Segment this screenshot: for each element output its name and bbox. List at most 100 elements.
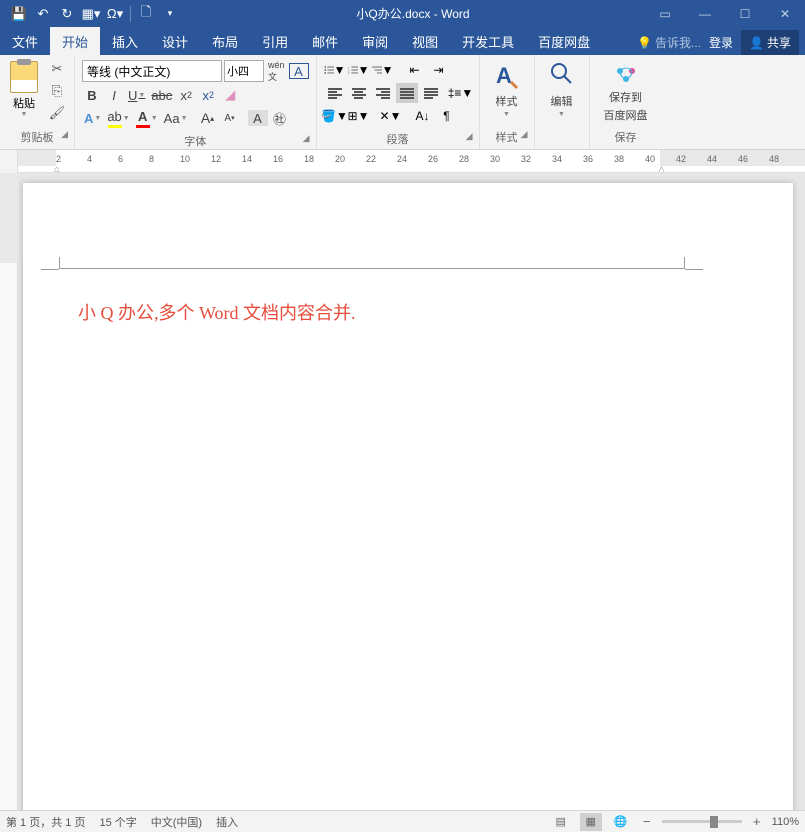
zoom-slider[interactable] [662, 820, 742, 823]
ruler-tick: 2 [56, 154, 61, 164]
group-clipboard: 粘贴 ▼ ✂ ⎘ 🖌 剪贴板◢ [0, 55, 75, 149]
document-text[interactable]: 小 Q 办公,多个 Word 文档内容合并. [78, 299, 738, 325]
ruler-tick: 10 [180, 154, 190, 164]
change-case-button[interactable]: Aa▼ [162, 108, 190, 128]
ruler-tick: 48 [769, 154, 779, 164]
page[interactable]: 小 Q 办公,多个 Word 文档内容合并. 小Q办公 [23, 183, 793, 810]
vertical-ruler[interactable] [0, 173, 18, 810]
tab-baidu[interactable]: 百度网盘 [526, 27, 602, 55]
numbering-button[interactable]: 123▼ [348, 60, 370, 80]
tab-layout[interactable]: 布局 [200, 27, 250, 55]
show-marks-button[interactable]: ¶ [436, 106, 458, 126]
borders-button[interactable]: ⊞▼ [348, 106, 370, 126]
maximize-icon[interactable]: ☐ [725, 0, 765, 27]
character-border-icon[interactable]: A [289, 63, 309, 79]
language[interactable]: 中文(中国) [151, 814, 202, 830]
superscript-button[interactable]: x2 [198, 85, 218, 105]
tab-references[interactable]: 引用 [250, 27, 300, 55]
underline-button[interactable]: U▼ [126, 85, 147, 105]
enclose-char-button[interactable]: ㊓ [270, 108, 290, 128]
ribbon: 粘贴 ▼ ✂ ⎘ 🖌 剪贴板◢ wén文 A B I U▼ abc [0, 55, 805, 150]
clipboard-dialog-icon[interactable]: ◢ [61, 129, 68, 140]
tab-mailings[interactable]: 邮件 [300, 27, 350, 55]
insert-mode[interactable]: 插入 [216, 814, 238, 830]
tab-design[interactable]: 设计 [150, 27, 200, 55]
zoom-thumb[interactable] [710, 816, 718, 828]
zoom-out-button[interactable]: − [640, 814, 654, 829]
shading-button[interactable]: 🪣▼ [324, 106, 346, 126]
ruler-tick: 14 [242, 154, 252, 164]
font-dialog-icon[interactable]: ◢ [303, 133, 310, 144]
window-title: 小Q办公.docx - Word [181, 5, 645, 22]
multilevel-list-button[interactable]: ▼ [372, 60, 394, 80]
styles-button[interactable]: A 样式 ▼ [484, 57, 530, 122]
align-center-button[interactable] [348, 83, 370, 103]
tab-home[interactable]: 开始 [50, 27, 100, 55]
indent-marker-left[interactable]: ⌂ [54, 164, 59, 172]
undo-icon[interactable]: ↶ [32, 3, 54, 25]
format-painter-icon[interactable]: 🖌 [46, 103, 68, 123]
font-size-combo[interactable] [224, 60, 264, 82]
sort-button[interactable]: A↓ [412, 106, 434, 126]
login-button[interactable]: 登录 [709, 34, 733, 51]
ribbon-options-icon[interactable]: ▭ [645, 0, 685, 27]
omega-icon[interactable]: Ω▾ [104, 3, 126, 25]
cut-icon[interactable]: ✂ [46, 59, 68, 79]
phonetic-guide-icon[interactable]: wén文 [266, 61, 287, 81]
ruler-tick: 4 [87, 154, 92, 164]
editing-button[interactable]: 编辑 ▼ [539, 57, 585, 122]
shrink-font-button[interactable]: A▾ [220, 108, 240, 128]
justify-button[interactable] [396, 83, 418, 103]
ruler-tick: 32 [521, 154, 531, 164]
grow-font-button[interactable]: A▴ [198, 108, 218, 128]
tab-review[interactable]: 审阅 [350, 27, 400, 55]
qat-customize-icon[interactable]: ▾ [159, 3, 181, 25]
word-count[interactable]: 15 个字 [99, 814, 136, 830]
decrease-indent-button[interactable]: ⇤ [404, 60, 426, 80]
table-icon[interactable]: ▦▾ [80, 3, 102, 25]
text-effects-button[interactable]: A▼ [82, 108, 103, 128]
paste-button[interactable]: 粘贴 ▼ [4, 57, 44, 122]
tab-developer[interactable]: 开发工具 [450, 27, 526, 55]
close-icon[interactable]: ✕ [765, 0, 805, 27]
svg-text:A: A [496, 63, 512, 88]
align-right-button[interactable] [372, 83, 394, 103]
zoom-in-button[interactable]: + [750, 814, 764, 829]
clear-format-icon[interactable]: ◢ [220, 85, 240, 105]
minimize-icon[interactable]: — [685, 0, 725, 27]
save-icon[interactable]: 💾 [8, 3, 30, 25]
bullets-button[interactable]: ▼ [324, 60, 346, 80]
share-button[interactable]: 👤共享 [741, 30, 799, 55]
redo-icon[interactable]: ↻ [56, 3, 78, 25]
font-color-button[interactable]: A▼ [134, 108, 160, 128]
char-shading-button[interactable]: A [248, 110, 268, 126]
horizontal-ruler[interactable]: ⌂ △ 246810121416182022242628303234363840… [0, 150, 805, 173]
new-doc-icon[interactable]: 🗋 [135, 3, 157, 25]
page-count[interactable]: 第 1 页，共 1 页 [6, 814, 85, 830]
bold-button[interactable]: B [82, 85, 102, 105]
distributed-button[interactable] [420, 83, 442, 103]
document-area[interactable]: 小 Q 办公,多个 Word 文档内容合并. 小Q办公 [18, 173, 805, 810]
paragraph-dialog-icon[interactable]: ◢ [466, 131, 473, 142]
tab-insert[interactable]: 插入 [100, 27, 150, 55]
line-spacing-button[interactable]: ‡≡▼ [450, 83, 472, 103]
zoom-level[interactable]: 110% [772, 816, 799, 828]
tab-file[interactable]: 文件 [0, 27, 50, 55]
ruler-corner[interactable] [0, 150, 18, 173]
indent-marker-right[interactable]: △ [658, 164, 665, 172]
asian-layout-button[interactable]: ✕▼ [380, 106, 402, 126]
save-baidu-button[interactable]: 保存到 百度网盘 [594, 57, 658, 127]
subscript-button[interactable]: x2 [176, 85, 196, 105]
status-bar: 第 1 页，共 1 页 15 个字 中文(中国) 插入 ▤ ▦ 🌐 − + 11… [0, 810, 805, 832]
italic-button[interactable]: I [104, 85, 124, 105]
font-name-combo[interactable] [82, 60, 222, 82]
tab-view[interactable]: 视图 [400, 27, 450, 55]
group-font: wén文 A B I U▼ abc x2 x2 ◢ A▼ ab▼ A▼ Aa▼ … [75, 55, 317, 149]
highlight-button[interactable]: ab▼ [105, 108, 131, 128]
increase-indent-button[interactable]: ⇥ [428, 60, 450, 80]
copy-icon[interactable]: ⎘ [46, 81, 68, 101]
align-left-button[interactable] [324, 83, 346, 103]
strikethrough-button[interactable]: abc [149, 85, 174, 105]
tell-me[interactable]: 💡告诉我... [637, 34, 701, 51]
styles-dialog-icon[interactable]: ◢ [521, 129, 528, 140]
